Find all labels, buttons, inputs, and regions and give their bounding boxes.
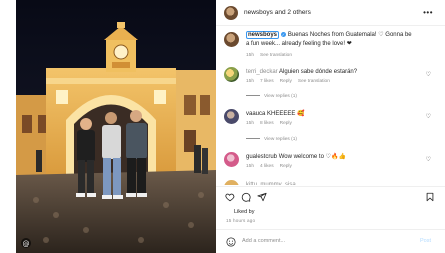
author-avatar[interactable] (224, 5, 238, 20)
post-author[interactable]: newsboys and 2 others (244, 9, 311, 16)
caption-time: 15h (246, 53, 255, 58)
post-dialog: @ newsboys and 2 others ••• newsboys ✓ B… (0, 0, 445, 253)
comment-body: KHEEEEE 🥰 (267, 111, 305, 117)
post-panel: newsboys and 2 others ••• newsboys ✓ Bue… (216, 0, 445, 253)
view-replies-label[interactable]: View replies (1) (264, 137, 297, 142)
comment: vaauca KHEEEEE 🥰 15h 8 likes Reply ♡ View … (216, 109, 445, 147)
heart-icon[interactable]: ♡ (426, 71, 431, 78)
avatar[interactable] (224, 180, 239, 185)
svg-text:@: @ (23, 240, 30, 248)
comment-meta: 15h 7 likes Reply See translation (246, 79, 336, 84)
comment: terri_deckar Alguien sabe dónde estarán?… (216, 67, 445, 103)
see-translation-link[interactable]: See translation (260, 53, 292, 58)
add-comment-row: Add a comment... Post (216, 229, 445, 253)
comment-username[interactable]: terri_deckar (246, 69, 278, 75)
comment-text: vaauca KHEEEEE 🥰 (246, 110, 414, 119)
liked-by[interactable]: Liked by (234, 209, 255, 215)
caption-text: newsboys ✓ Buenas Noches from Guatemala!… (246, 31, 414, 48)
comment-meta: 15h 8 likes Reply (246, 121, 298, 126)
more-horizontal-icon[interactable]: ••• (423, 8, 433, 17)
view-replies-label[interactable]: View replies (1) (264, 94, 297, 99)
reply-button[interactable]: Reply (280, 79, 292, 84)
comment-icon[interactable] (241, 192, 251, 202)
share-icon[interactable] (257, 192, 267, 202)
view-replies[interactable]: View replies (1) (246, 137, 297, 142)
comment-time: 15h (246, 121, 255, 126)
avatar[interactable] (224, 32, 239, 47)
photo-scene: @ (16, 0, 216, 253)
comment-meta: 15h 4 likes Reply (246, 164, 298, 169)
heart-icon[interactable]: ♡ (426, 113, 431, 120)
post-time: 15 hours ago (226, 218, 256, 223)
heart-icon[interactable]: ♡ (426, 156, 431, 163)
comment-username[interactable]: gualestcrub (246, 154, 277, 160)
avatar[interactable] (224, 152, 239, 167)
caption-username[interactable]: newsboys (248, 32, 277, 38)
comment-likes[interactable]: 4 likes (260, 164, 274, 169)
caption-meta: 15h See translation (246, 53, 298, 58)
comment-body: Alguien sabe dónde estarán? (279, 69, 358, 75)
comment-text: gualestcrub Wow welcome to ♡🔥👍 (246, 153, 414, 162)
comment-username[interactable]: vaauca (246, 111, 265, 117)
action-bar (216, 186, 445, 202)
comment-time: 15h (246, 79, 255, 84)
comment-text: terri_deckar Alguien sabe dónde estarán? (246, 68, 414, 77)
bookmark-icon[interactable] (425, 192, 435, 202)
comments-list: newsboys ✓ Buenas Noches from Guatemala!… (216, 27, 445, 185)
reply-button[interactable]: Reply (280, 164, 292, 169)
heart-icon[interactable] (225, 192, 235, 202)
post-button[interactable]: Post (420, 238, 431, 244)
post-header: newsboys and 2 others ••• (216, 0, 445, 26)
reply-button[interactable]: Reply (280, 121, 292, 126)
emoji-icon[interactable] (226, 237, 236, 247)
comment-likes[interactable]: 8 likes (260, 121, 274, 126)
comment: gualestcrub Wow welcome to ♡🔥👍 15h 4 like… (216, 152, 445, 176)
avatar[interactable] (224, 67, 239, 82)
add-comment-input[interactable]: Add a comment... (242, 238, 285, 244)
post-image[interactable]: @ (16, 0, 216, 253)
avatar[interactable] (224, 109, 239, 124)
comment-text: kittu_mummy_sisa (246, 181, 414, 185)
comment-body: Wow welcome to ♡🔥👍 (278, 154, 346, 160)
comment-likes[interactable]: 7 likes (260, 79, 274, 84)
comment-time: 15h (246, 164, 255, 169)
comment-username[interactable]: kittu_mummy_sisa (246, 182, 296, 185)
caption: newsboys ✓ Buenas Noches from Guatemala!… (216, 30, 445, 60)
comment: kittu_mummy_sisa (216, 180, 445, 185)
see-translation-link[interactable]: See translation (298, 79, 330, 84)
view-replies[interactable]: View replies (1) (246, 94, 297, 99)
